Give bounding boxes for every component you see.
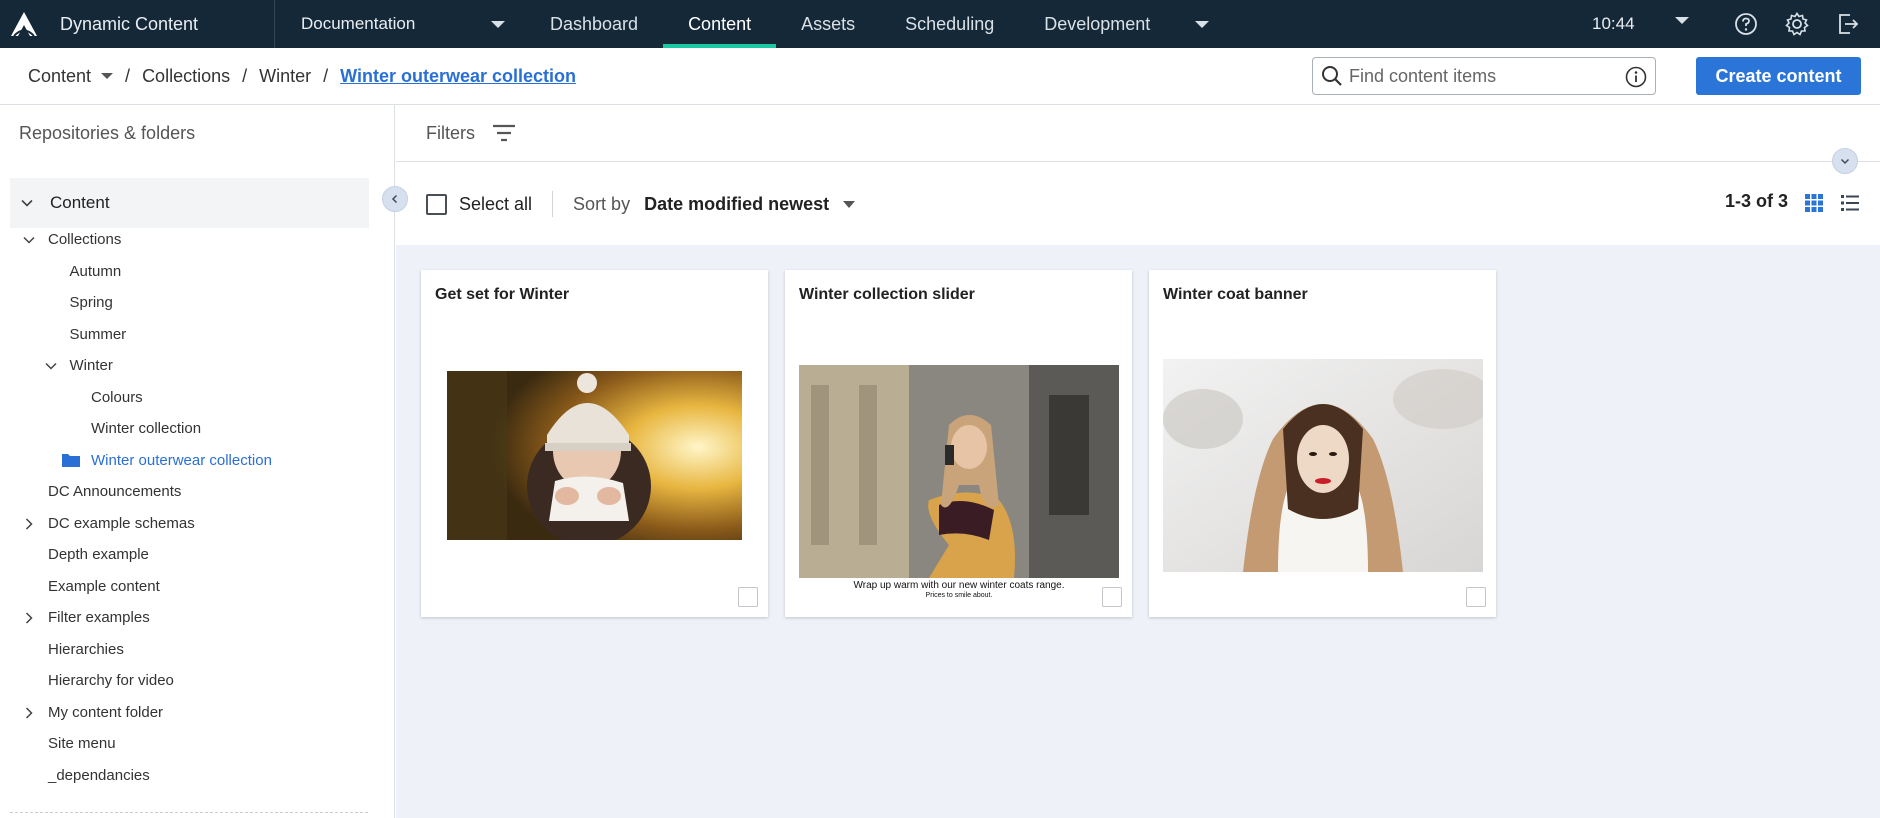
content-card[interactable]: Winter coat banner [1149, 270, 1496, 617]
chevron-down-icon [491, 20, 505, 28]
chevron-down-icon [101, 73, 114, 79]
settings-icon[interactable] [1784, 11, 1810, 37]
sidebar-item-label: Collections [48, 231, 122, 248]
breadcrumb-separator: / [323, 65, 329, 86]
search-icon [1322, 66, 1342, 86]
sidebar-item-label: Winter collection [91, 420, 202, 437]
repository-sidebar: Repositories & folders Content Collectio… [0, 105, 395, 818]
chevron-down-icon [1195, 20, 1210, 28]
clock: 10:44 [1592, 14, 1635, 33]
sidebar-item-label: Autumn [69, 262, 122, 280]
create-content-button[interactable]: Create content [1696, 57, 1861, 95]
filters-label: Filters [426, 122, 475, 143]
sort-dropdown[interactable]: Date modified newest [644, 194, 829, 215]
clock-menu-chevron-icon[interactable] [1675, 17, 1689, 24]
app-name: Dynamic Content [60, 13, 199, 34]
main-tabs: Dashboard Content Assets Scheduling Deve… [525, 0, 1229, 48]
sort-by-label: Sort by [573, 193, 631, 214]
breadcrumb-root-label: Content [28, 65, 92, 86]
sidebar-item-label: Summer [69, 325, 127, 343]
toolbar-divider [552, 191, 554, 217]
content-card[interactable]: Get set for Winter [421, 270, 768, 617]
breadcrumb-separator: / [242, 65, 248, 86]
development-menu-toggle[interactable] [1175, 0, 1229, 48]
sidebar-item-label: Example content [48, 577, 160, 595]
card-thumbnail-image [799, 365, 1119, 578]
card-caption-area: Wrap up warm with our new winter coats r… [799, 578, 1119, 602]
sidebar-item-label: Filter examples [48, 609, 150, 626]
chevron-down-icon[interactable] [22, 233, 36, 247]
breadcrumb-separator: / [125, 65, 131, 86]
sidebar-item-label: Spring [69, 294, 113, 311]
content-card[interactable]: Winter collection slider Wrap up warm wi… [785, 270, 1132, 617]
tab-assets[interactable]: Assets [776, 0, 880, 48]
hub-selector[interactable]: Documentation [275, 0, 525, 48]
breadcrumb-current[interactable]: Winter outerwear collection [340, 66, 576, 87]
sidebar-root-label: Content [50, 193, 110, 212]
tab-dashboard[interactable]: Dashboard [525, 0, 663, 48]
info-icon[interactable] [1625, 66, 1647, 88]
chevron-down-icon [21, 199, 33, 207]
card-caption-line: Wrap up warm with our new winter coats r… [853, 580, 1065, 591]
card-thumbnail-image [447, 371, 742, 540]
tab-development[interactable]: Development [1019, 0, 1175, 48]
chevron-down-icon[interactable] [843, 200, 856, 208]
card-thumbnail-image [1163, 359, 1483, 572]
sidebar-item-label: Hierarchies [48, 640, 124, 658]
sidebar-root-content[interactable]: Content [10, 178, 369, 228]
chevron-right-icon[interactable] [22, 611, 36, 625]
top-navigation-bar: Dynamic Content Documentation Dashboard … [0, 0, 1880, 48]
sidebar-item-label: DC example schemas [48, 514, 195, 532]
tab-content[interactable]: Content [663, 0, 777, 48]
folder-icon [62, 453, 80, 467]
tab-scheduling[interactable]: Scheduling [880, 0, 1019, 48]
breadcrumb-root[interactable]: Content [28, 65, 114, 87]
sidebar-item-label: My content folder [48, 703, 164, 721]
card-select-checkbox[interactable] [738, 587, 758, 607]
sidebar-item-label: Site menu [48, 735, 116, 752]
sidebar-item-label: Winter outerwear collection [91, 451, 272, 469]
search-box [1312, 57, 1656, 95]
card-caption-subline: Prices to smile about. [925, 592, 993, 599]
chevron-down-icon[interactable] [44, 359, 58, 373]
filter-bar[interactable]: Filters [396, 105, 1880, 162]
card-title: Get set for Winter [435, 286, 570, 303]
sidebar-item-label: Hierarchy for video [48, 672, 174, 689]
card-select-checkbox[interactable] [1466, 587, 1486, 607]
breadcrumb-item-collections[interactable]: Collections [142, 66, 230, 87]
sidebar-title: Repositories & folders [19, 123, 196, 143]
amplience-logo-icon [11, 12, 37, 37]
card-select-checkbox[interactable] [1102, 587, 1122, 607]
content-toolbar: Select all Sort by Date modified newest … [396, 163, 1880, 245]
sidebar-item-label: Depth example [48, 546, 149, 563]
sidebar-item-label: _dependancies [48, 766, 150, 784]
card-title: Winter collection slider [799, 286, 975, 303]
breadcrumb-item-winter[interactable]: Winter [259, 66, 311, 87]
help-icon[interactable] [1733, 11, 1759, 37]
hub-name: Documentation [301, 14, 416, 33]
chevron-right-icon[interactable] [22, 517, 36, 531]
app-brand[interactable]: Dynamic Content [0, 0, 275, 48]
logout-icon[interactable] [1835, 11, 1861, 37]
content-grid: Get set for Winter Winter collection sli… [396, 245, 1880, 818]
select-all-label[interactable]: Select all [459, 194, 532, 215]
select-all-checkbox[interactable] [426, 193, 447, 215]
sidebar-divider [10, 812, 368, 813]
sidebar-item-label: Winter [69, 357, 113, 374]
search-input[interactable] [1349, 65, 1619, 87]
result-count: 1-3 of 3 [1724, 191, 1788, 211]
sidebar-item-label: Colours [91, 388, 143, 406]
filter-icon [493, 124, 515, 142]
grid-view-icon[interactable] [1804, 193, 1824, 213]
chevron-right-icon[interactable] [22, 706, 36, 720]
sidebar-item-label: DC Announcements [48, 483, 182, 500]
card-title: Winter coat banner [1163, 286, 1308, 303]
list-view-icon[interactable] [1840, 193, 1860, 213]
